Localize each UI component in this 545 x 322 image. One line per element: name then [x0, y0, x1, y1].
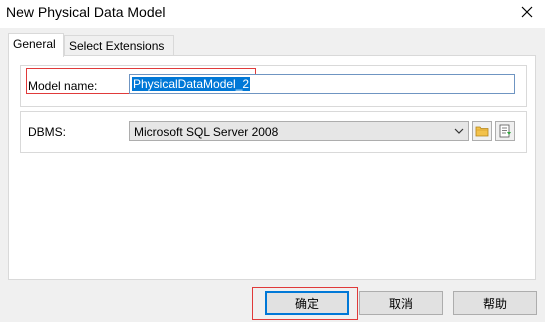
folder-icon	[475, 126, 489, 137]
properties-icon	[499, 124, 511, 138]
model-name-value: PhysicalDataModel_2	[132, 77, 251, 91]
title-bar: New Physical Data Model	[0, 0, 545, 28]
ok-button-label: 确定	[294, 296, 319, 311]
window-title: New Physical Data Model	[6, 4, 166, 20]
tab-select-extensions-label: Select Extensions	[69, 39, 165, 53]
ok-button[interactable]: 确定	[265, 291, 349, 315]
tab-select-extensions[interactable]: Select Extensions	[64, 35, 174, 55]
dbms-group: DBMS: Microsoft SQL Server 2008	[20, 111, 527, 153]
cancel-button[interactable]: 取消	[359, 291, 443, 315]
close-icon	[521, 6, 533, 18]
dbms-select[interactable]: Microsoft SQL Server 2008	[129, 121, 469, 141]
close-button[interactable]	[509, 0, 545, 24]
dbms-value: Microsoft SQL Server 2008	[134, 125, 279, 139]
general-panel: Model name: PhysicalDataModel_2 DBMS: Mi…	[8, 55, 536, 280]
tab-general[interactable]: General	[8, 33, 64, 57]
chevron-down-icon	[454, 128, 464, 134]
browse-folder-button[interactable]	[472, 121, 492, 141]
help-button[interactable]: 帮助	[453, 291, 537, 315]
model-name-input[interactable]: PhysicalDataModel_2	[129, 74, 515, 94]
tab-general-label: General	[13, 37, 56, 51]
model-name-group: Model name: PhysicalDataModel_2	[20, 65, 527, 107]
cancel-button-label: 取消	[388, 296, 413, 311]
dbms-properties-button[interactable]	[495, 121, 515, 141]
dbms-label: DBMS:	[28, 125, 67, 139]
help-button-label: 帮助	[482, 296, 507, 311]
